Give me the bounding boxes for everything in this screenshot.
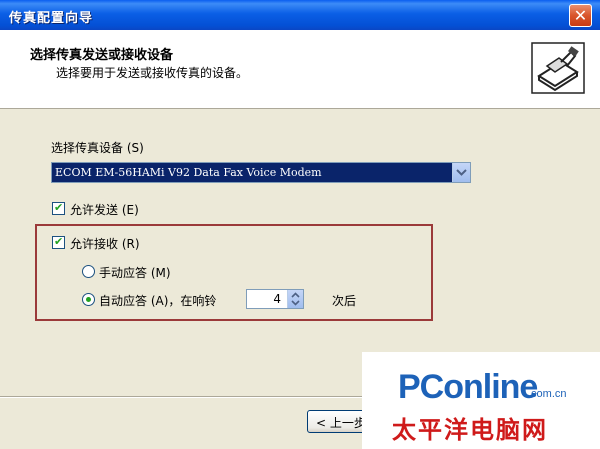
device-label: 选择传真设备 (S) — [51, 141, 144, 155]
manual-answer-label: 手动应答 (M) — [99, 266, 171, 280]
close-button[interactable]: ✕ — [569, 4, 592, 27]
manual-answer-radio[interactable] — [82, 265, 95, 278]
title-bar: 传真配置向导 — [0, 0, 600, 30]
check-icon: ✔ — [54, 201, 64, 214]
rings-suffix-label: 次后 — [332, 294, 357, 308]
fax-device-value: ECOM EM-56HAMi V92 Data Fax Voice Modem — [55, 166, 322, 179]
rings-spinner[interactable]: 4 — [246, 289, 304, 309]
allow-send-checkbox[interactable]: ✔ — [52, 201, 65, 215]
fax-machine-icon — [531, 42, 585, 94]
allow-receive-checkbox[interactable]: ✔ — [52, 235, 65, 249]
allow-send-label: 允许发送 (E) — [70, 203, 139, 217]
back-button-label: < 上一步 — [316, 416, 366, 430]
chevron-down-icon — [456, 169, 467, 176]
auto-answer-label: 自动应答 (A)，在响铃 — [99, 294, 217, 308]
close-icon: ✕ — [573, 6, 588, 25]
window-title: 传真配置向导 — [9, 11, 94, 26]
auto-answer-radio[interactable] — [82, 293, 95, 306]
dropdown-button[interactable] — [452, 163, 470, 182]
check-icon: ✔ — [54, 235, 64, 248]
header-title: 选择传真发送或接收设备 — [30, 48, 174, 63]
rings-value: 4 — [273, 292, 281, 306]
watermark-chinese-name: 太平洋电脑网 — [392, 416, 548, 444]
radio-selected-dot — [86, 297, 91, 302]
header-subtitle: 选择要用于发送或接收传真的设备。 — [56, 66, 249, 80]
watermark-logo: PConline — [398, 368, 538, 406]
spinner-arrows-icon — [291, 292, 300, 306]
fax-device-select[interactable]: ECOM EM-56HAMi V92 Data Fax Voice Modem — [51, 162, 471, 183]
watermark-suffix: .com.cn — [528, 388, 567, 400]
spinner-buttons[interactable] — [287, 290, 303, 308]
allow-receive-label: 允许接收 (R) — [70, 237, 140, 251]
